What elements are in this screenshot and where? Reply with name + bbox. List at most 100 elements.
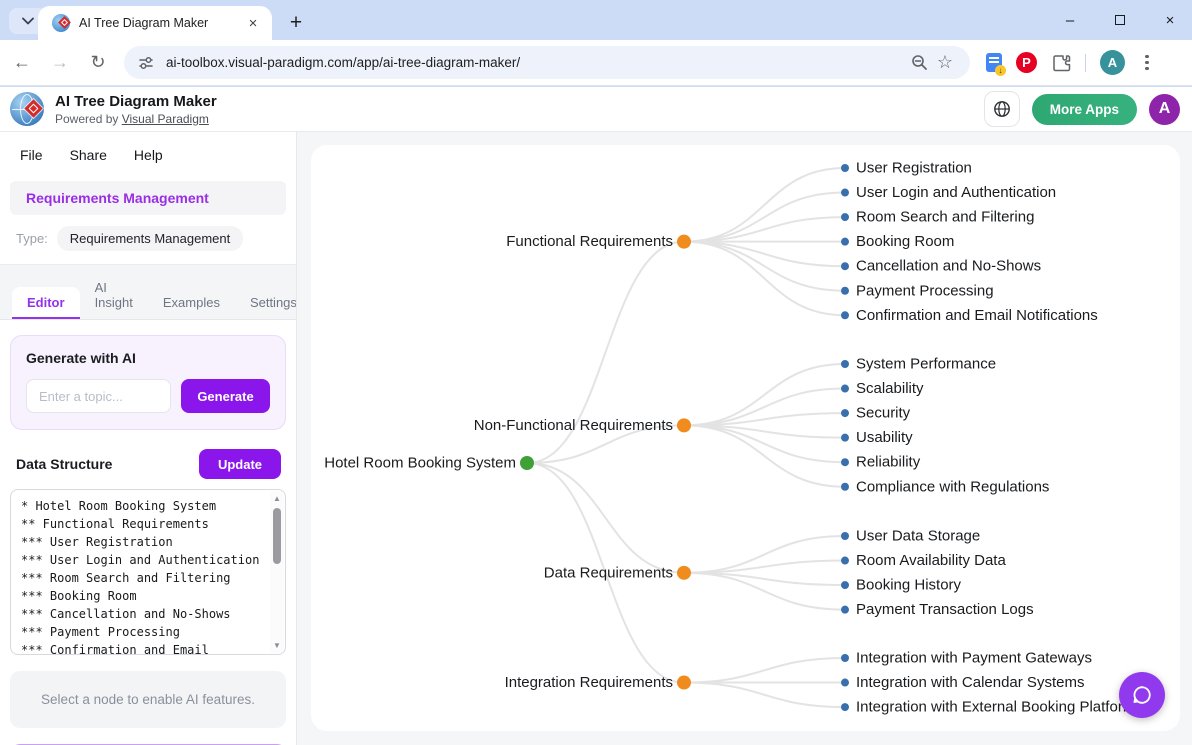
download-extension-icon[interactable]: ↓ xyxy=(986,53,1002,72)
tree-node-dot[interactable] xyxy=(677,235,691,249)
tree-leaf-label[interactable]: Payment Processing xyxy=(856,282,994,299)
app-title-block: AI Tree Diagram Maker Powered by Visual … xyxy=(55,93,217,126)
tree-leaf-label[interactable]: Integration with Calendar Systems xyxy=(856,674,1084,691)
tree-leaf-label[interactable]: User Registration xyxy=(856,160,972,177)
tree-branch-label[interactable]: Data Requirements xyxy=(544,564,673,581)
tree-leaf-label[interactable]: User Data Storage xyxy=(856,528,980,545)
tree-leaf-label[interactable]: System Performance xyxy=(856,356,996,373)
tab-ai-insight[interactable]: AI Insight xyxy=(80,272,148,319)
update-button[interactable]: Update xyxy=(199,449,281,479)
tree-node-dot[interactable] xyxy=(841,557,849,565)
tree-node-dot[interactable] xyxy=(841,189,849,197)
tree-leaf-label[interactable]: Integration with External Booking Platfo… xyxy=(856,699,1143,716)
scrollbar-thumb[interactable] xyxy=(273,508,281,564)
scroll-up-icon[interactable]: ▲ xyxy=(273,491,281,506)
tree-node-dot[interactable] xyxy=(841,654,849,662)
tree-diagram[interactable]: User Registration User Login and Authenti… xyxy=(311,145,1180,731)
tree-node-dot[interactable] xyxy=(841,238,849,246)
extensions-puzzle-icon[interactable] xyxy=(1051,53,1071,73)
browser-menu-icon[interactable] xyxy=(1139,49,1155,77)
tree-node-dot[interactable] xyxy=(841,213,849,221)
reload-button[interactable]: ↻ xyxy=(82,47,114,79)
tree-node-dot[interactable] xyxy=(841,164,849,172)
address-bar[interactable]: ai-toolbox.visual-paradigm.com/app/ai-tr… xyxy=(124,46,970,79)
tree-leaf-label[interactable]: Scalability xyxy=(856,380,924,397)
tree-node-dot[interactable] xyxy=(841,606,849,614)
generate-button[interactable]: Generate xyxy=(181,379,270,413)
app-header: AI Tree Diagram Maker Powered by Visual … xyxy=(0,87,1192,132)
tree-root-label[interactable]: Hotel Room Booking System xyxy=(324,455,516,472)
tree-node-dot[interactable] xyxy=(841,458,849,466)
diagram-name[interactable]: Requirements Management xyxy=(10,181,286,215)
tree-leaf-label[interactable]: Payment Transaction Logs xyxy=(856,601,1034,618)
tree-leaf-label[interactable]: Usability xyxy=(856,429,913,446)
type-label: Type: xyxy=(16,231,48,246)
data-structure-editor[interactable]: * Hotel Room Booking System ** Functiona… xyxy=(10,489,286,655)
tree-leaf-label[interactable]: Cancellation and No-Shows xyxy=(856,258,1041,275)
tree-leaf-label[interactable]: Reliability xyxy=(856,454,921,471)
tree-node-dot[interactable] xyxy=(841,532,849,540)
url-text[interactable]: ai-toolbox.visual-paradigm.com/app/ai-tr… xyxy=(166,55,906,70)
new-tab-button[interactable]: + xyxy=(282,9,310,37)
site-info-icon[interactable] xyxy=(138,55,154,71)
tree-node-dot[interactable] xyxy=(841,434,849,442)
user-avatar[interactable]: A xyxy=(1149,94,1180,125)
tree-node-dot[interactable] xyxy=(841,360,849,368)
tree-edge xyxy=(684,242,845,267)
pinterest-extension-icon[interactable]: P xyxy=(1016,52,1037,73)
tree-node-dot[interactable] xyxy=(677,566,691,580)
tree-leaf-label[interactable]: Room Search and Filtering xyxy=(856,209,1034,226)
tree-leaf-label[interactable]: User Login and Authentication xyxy=(856,184,1056,201)
tree-node-dot[interactable] xyxy=(841,703,849,711)
tree-branch-label[interactable]: Integration Requirements xyxy=(505,674,673,691)
tree-edge xyxy=(684,683,845,708)
tree-node-dot[interactable] xyxy=(841,581,849,589)
forward-button[interactable]: → xyxy=(44,47,76,79)
visual-paradigm-link[interactable]: Visual Paradigm xyxy=(122,112,209,126)
tree-node-dot[interactable] xyxy=(841,287,849,295)
tab-settings[interactable]: Settings xyxy=(235,287,297,319)
maximize-button[interactable] xyxy=(1108,8,1132,32)
tree-leaf-label[interactable]: Integration with Payment Gateways xyxy=(856,650,1092,667)
language-globe-button[interactable] xyxy=(984,91,1020,127)
close-button[interactable]: × xyxy=(1158,8,1182,32)
zoom-out-icon[interactable] xyxy=(906,50,932,76)
more-apps-button[interactable]: More Apps xyxy=(1032,94,1137,125)
tree-node-dot[interactable] xyxy=(841,409,849,417)
scroll-down-icon[interactable]: ▼ xyxy=(273,638,281,653)
tree-branch-label[interactable]: Non-Functional Requirements xyxy=(474,417,673,434)
browser-tab[interactable]: AI Tree Diagram Maker × xyxy=(38,6,272,40)
tree-leaf-label[interactable]: Booking History xyxy=(856,577,962,594)
tree-node-dot[interactable] xyxy=(841,483,849,491)
tree-node-dot[interactable] xyxy=(677,418,691,432)
tree-node-dot[interactable] xyxy=(841,262,849,270)
menu-share[interactable]: Share xyxy=(70,147,107,163)
menu-file[interactable]: File xyxy=(20,147,43,163)
tree-node-dot[interactable] xyxy=(841,311,849,319)
tree-leaf-label[interactable]: Room Availability Data xyxy=(856,552,1006,569)
tab-editor[interactable]: Editor xyxy=(12,287,80,319)
back-button[interactable]: ← xyxy=(6,47,38,79)
tree-edge xyxy=(527,463,684,573)
tree-node-dot[interactable] xyxy=(677,676,691,690)
tree-node-dot[interactable] xyxy=(520,456,534,470)
browser-profile-avatar[interactable]: A xyxy=(1100,50,1125,75)
visual-paradigm-logo-icon xyxy=(10,92,44,126)
editor-scrollbar[interactable]: ▲ ▼ xyxy=(270,491,284,653)
menu-help[interactable]: Help xyxy=(134,147,163,163)
chat-fab-button[interactable] xyxy=(1119,672,1165,718)
topic-input[interactable] xyxy=(26,379,171,413)
tree-node-dot[interactable] xyxy=(841,679,849,687)
bookmark-star-icon[interactable]: ☆ xyxy=(932,50,958,76)
data-structure-text[interactable]: * Hotel Room Booking System ** Functiona… xyxy=(11,490,285,655)
tree-leaf-label[interactable]: Booking Room xyxy=(856,233,954,250)
tree-node-dot[interactable] xyxy=(841,385,849,393)
tab-examples[interactable]: Examples xyxy=(148,287,235,319)
tree-leaf-label[interactable]: Compliance with Regulations xyxy=(856,478,1049,495)
minimize-button[interactable]: – xyxy=(1058,8,1082,32)
tab-close-icon[interactable]: × xyxy=(244,14,262,32)
tree-leaf-label[interactable]: Confirmation and Email Notifications xyxy=(856,307,1098,324)
tree-leaf-label[interactable]: Security xyxy=(856,405,911,422)
tree-branch-label[interactable]: Functional Requirements xyxy=(506,233,673,250)
diagram-canvas[interactable]: User Registration User Login and Authenti… xyxy=(311,145,1180,731)
